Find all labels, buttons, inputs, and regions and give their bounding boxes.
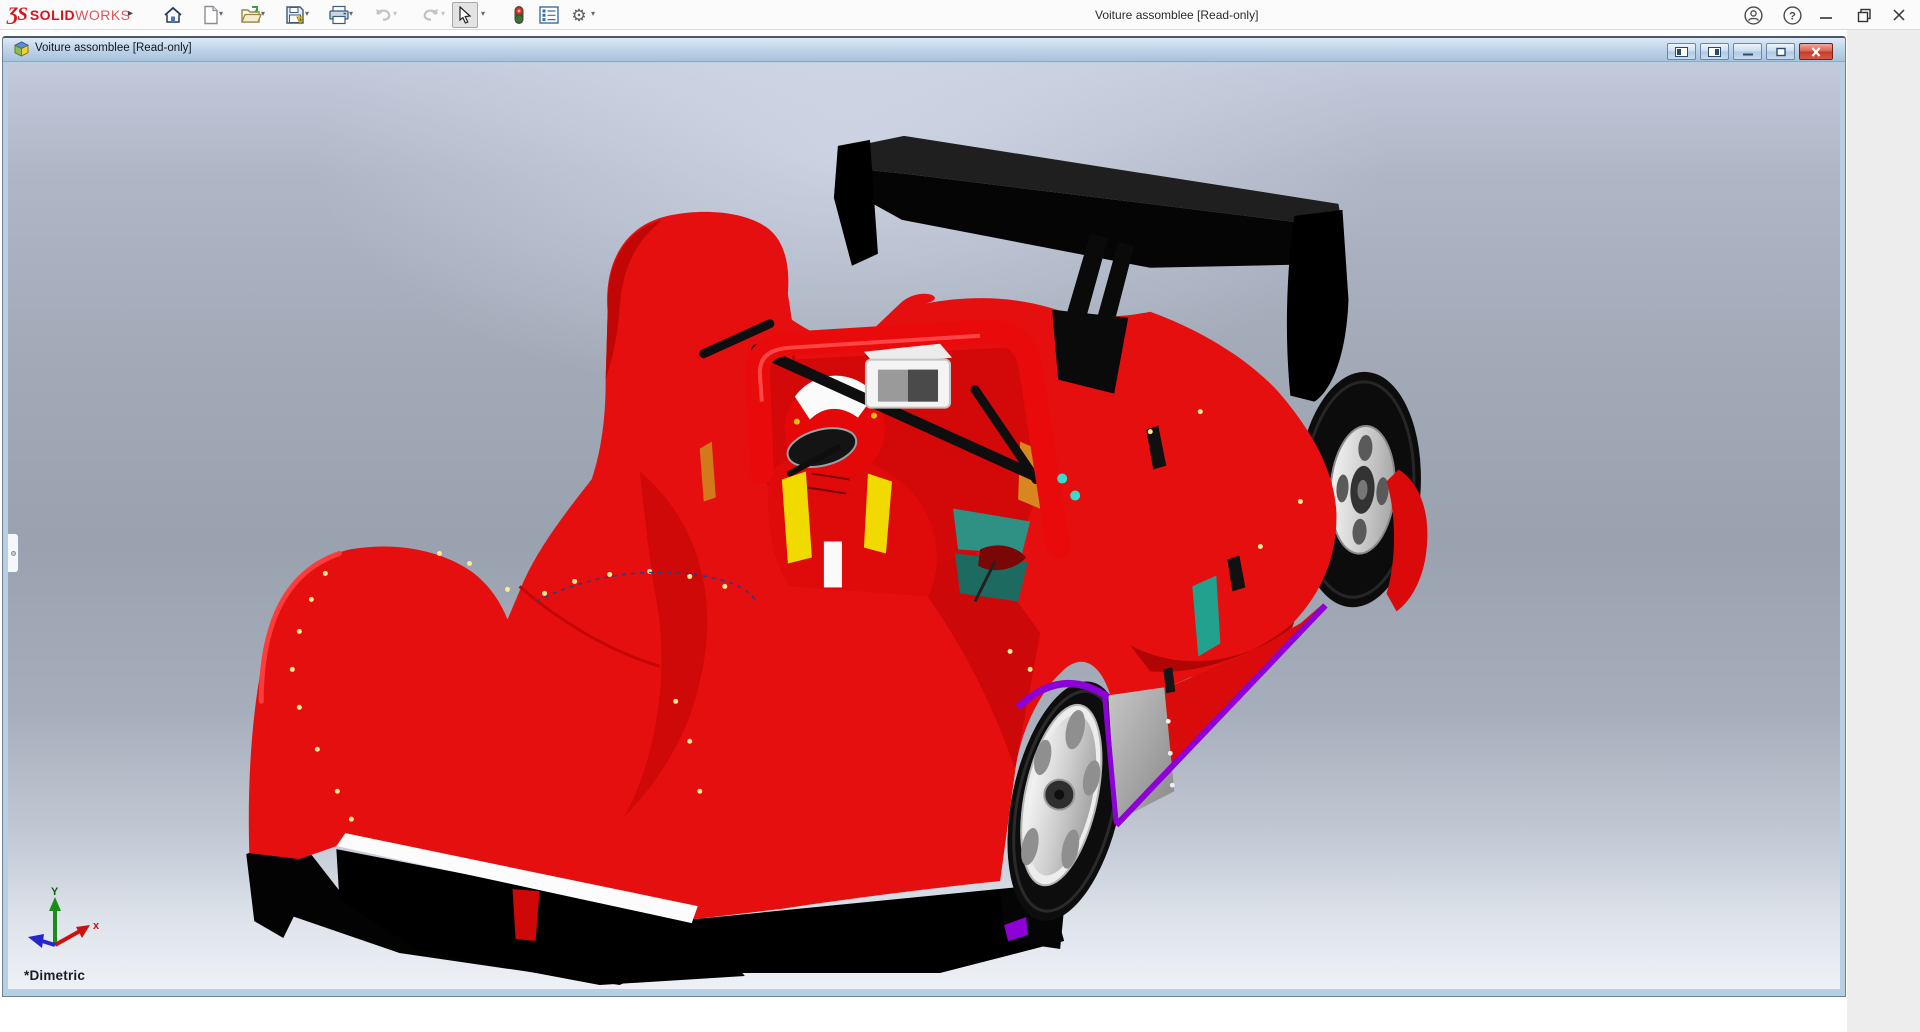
featuremanager-splitter-tab[interactable] [8,533,19,573]
close-button[interactable] [1882,0,1916,30]
home-button[interactable] [160,2,186,28]
redo-caret-icon: ▾ [438,9,448,18]
undo-caret-icon: ▾ [390,9,400,18]
open-caret-icon[interactable]: ▾ [258,9,268,18]
document-close-button[interactable] [1799,43,1833,60]
minimize-icon [1819,8,1833,22]
restore-icon [1857,8,1872,23]
toolbar-flyout-arrow-icon[interactable]: ▸ [128,8,133,19]
tile-left-icon [1675,47,1688,57]
view-orientation-label: *Dimetric [24,968,85,983]
solidworks-mark-icon: ƷS [8,4,27,26]
gear-icon: ⚙ [571,7,586,24]
3d-model-canvas[interactable] [8,63,1840,989]
tile-right-icon [1708,47,1721,57]
options-caret-icon[interactable]: ▾ [588,9,598,18]
triad-x-label: x [93,920,100,932]
brand-solid-text: SOLID [30,7,75,23]
assembly-document-icon [13,41,30,63]
display-pane-icon [539,6,559,24]
brand-works-text: WORKS [75,7,130,23]
task-pane-gutter [1847,30,1920,1032]
triad-y-label: Y [51,886,59,898]
document-title: Voiture assomblee [Read-only] [35,42,192,54]
restore-button[interactable] [1847,0,1881,30]
rearview-mirror [864,344,952,408]
main-titlebar: ƷS SOLIDWORKS ▸ ▾ ▾ [0,0,1920,30]
document-minimize-button[interactable] [1733,43,1762,60]
minimize-button[interactable] [1809,0,1843,30]
solidworks-logo: ƷS SOLIDWORKS [8,4,131,26]
save-caret-icon[interactable]: ▾ [302,9,312,18]
new-document-caret-icon[interactable]: ▾ [216,9,226,18]
splitter-grip-icon [11,551,16,556]
graphics-viewport[interactable]: Y x *Dimetric [8,63,1840,989]
svg-text:?: ? [1789,10,1796,22]
window-title: Voiture assomblee [Read-only] [1095,8,1258,22]
user-account-icon [1744,6,1763,25]
selection-lights-button[interactable] [506,2,532,28]
tile-right-button[interactable] [1700,43,1729,60]
reference-triad: Y x [14,883,114,967]
select-cursor-icon [457,6,473,24]
user-account-button[interactable] [1736,0,1770,30]
help-icon: ? [1783,6,1802,25]
selection-lights-icon [513,5,525,25]
document-restore-icon [1775,47,1787,57]
document-window: Voiture assomblee [Read-only] [2,36,1846,997]
print-caret-icon[interactable]: ▾ [346,9,356,18]
select-tool-button[interactable] [452,2,478,28]
document-minimize-icon [1742,47,1754,57]
home-icon [163,5,183,25]
help-button[interactable]: ? [1775,0,1809,30]
tile-left-button[interactable] [1667,43,1696,60]
close-icon [1892,8,1906,22]
document-close-icon [1810,47,1822,57]
display-pane-button[interactable] [536,2,562,28]
document-titlebar[interactable]: Voiture assomblee [Read-only] [3,38,1845,62]
select-tool-caret-icon[interactable]: ▾ [478,9,488,18]
document-restore-button[interactable] [1766,43,1795,60]
